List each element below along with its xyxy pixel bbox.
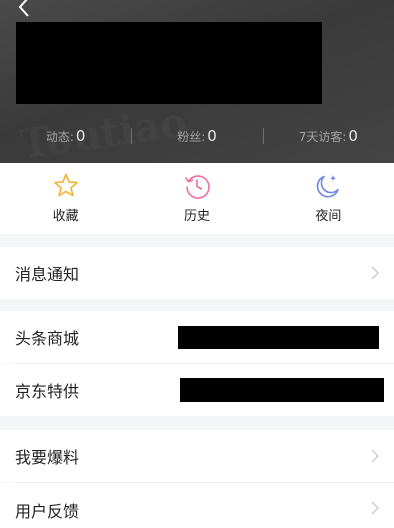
stat-followers-value: 0 <box>207 127 217 145</box>
redacted-promo-mall <box>178 326 379 349</box>
stat-posts[interactable]: 动态: 0 <box>0 122 131 150</box>
stat-visitors[interactable]: 7天访客: 0 <box>262 122 394 150</box>
shortcut-night-mode-label: 夜间 <box>315 209 342 224</box>
menu-item-jd-special-label: 京东特供 <box>15 382 80 401</box>
redacted-promo-jd <box>180 378 384 402</box>
stat-visitors-label: 7天访客: <box>298 129 347 144</box>
chevron-right-icon <box>370 448 380 464</box>
menu-item-toutiao-mall[interactable]: 头条商城 <box>0 311 394 363</box>
stat-posts-value: 0 <box>75 127 86 145</box>
history-icon <box>183 172 211 200</box>
shortcut-history-label: 历史 <box>183 209 210 224</box>
menu-item-user-feedback-label: 用户反馈 <box>15 502 80 521</box>
menu-item-notifications[interactable]: 消息通知 <box>0 247 394 299</box>
shortcut-history[interactable]: 历史 <box>131 163 262 234</box>
stat-followers-label: 粉丝: <box>177 129 206 144</box>
back-arrow-icon <box>18 0 29 17</box>
menu-item-report-news[interactable]: 我要爆料 <box>0 430 394 482</box>
chevron-right-icon <box>370 500 380 516</box>
stat-visitors-value: 0 <box>348 127 358 145</box>
redacted-user-info <box>16 22 322 104</box>
chevron-right-icon <box>370 265 380 281</box>
moon-icon <box>314 172 342 200</box>
shortcut-favorites[interactable]: 收藏 <box>0 163 131 234</box>
menu-item-jd-special[interactable]: 京东特供 <box>0 364 394 416</box>
stat-posts-label: 动态: <box>45 129 74 144</box>
shortcut-night-mode[interactable]: 夜间 <box>263 163 394 234</box>
star-icon <box>52 172 80 200</box>
shortcut-favorites-label: 收藏 <box>52 209 79 224</box>
shortcut-bar: 收藏 历史 夜间 <box>0 163 394 234</box>
menu-item-report-news-label: 我要爆料 <box>15 448 80 467</box>
stat-followers[interactable]: 粉丝: 0 <box>131 122 262 150</box>
menu-item-user-feedback[interactable]: 用户反馈 <box>0 483 394 528</box>
menu-item-toutiao-mall-label: 头条商城 <box>15 329 80 348</box>
menu-item-notifications-label: 消息通知 <box>15 265 80 284</box>
profile-header: Toutiao 动态: 0 粉丝: 0 7天访客: 0 <box>0 0 394 163</box>
stats-bar: 动态: 0 粉丝: 0 7天访客: 0 <box>0 122 394 150</box>
back-button[interactable] <box>12 0 38 18</box>
